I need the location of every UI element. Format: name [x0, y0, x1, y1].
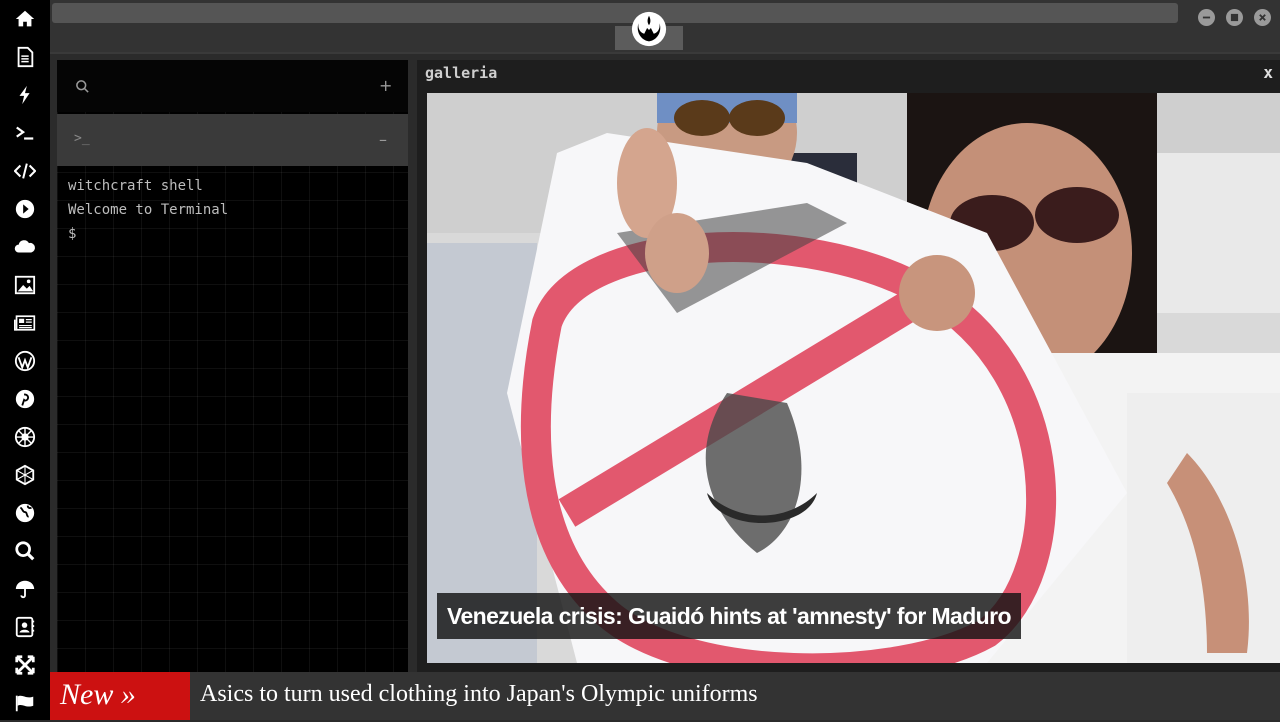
terminal-line: Welcome to Terminal [68, 202, 229, 218]
home-icon[interactable] [0, 0, 50, 38]
play-icon[interactable] [0, 190, 50, 228]
image-icon[interactable] [0, 266, 50, 304]
logo-tab[interactable] [615, 11, 683, 50]
minimize-icon[interactable] [1198, 9, 1215, 26]
photo-caption[interactable]: Venezuela crisis: Guaidó hints at 'amnes… [437, 593, 1021, 639]
network-icon[interactable] [0, 456, 50, 494]
expand-icon[interactable] [0, 646, 50, 684]
globe-icon[interactable] [0, 494, 50, 532]
document-icon[interactable] [0, 38, 50, 76]
galleria-window: galleria x Venezuela crisis: Guaidó hint… [417, 60, 1280, 672]
terminal-search-bar[interactable]: + [57, 60, 408, 112]
umbrella-icon[interactable] [0, 570, 50, 608]
contacts-icon[interactable] [0, 608, 50, 646]
address-bar[interactable] [52, 3, 1178, 23]
minimize-tab-button[interactable]: – [379, 130, 387, 149]
flag-icon[interactable] [0, 684, 50, 722]
app-dock [0, 0, 50, 720]
bolt-icon[interactable] [0, 76, 50, 114]
galleria-title: galleria [425, 64, 498, 82]
terminal-panel: + >_ – witchcraft shell Welcome to Termi… [57, 60, 408, 672]
settings-wheel-icon[interactable] [0, 418, 50, 456]
terminal-prompt[interactable]: $ [68, 226, 76, 242]
newspaper-icon[interactable] [0, 304, 50, 342]
terminal-icon[interactable] [0, 114, 50, 152]
pinterest-icon[interactable] [0, 380, 50, 418]
maximize-icon[interactable] [1226, 9, 1243, 26]
terminal-tab[interactable]: >_ – [57, 114, 408, 166]
search-icon[interactable] [0, 532, 50, 570]
rebel-alliance-logo [631, 11, 667, 47]
prompt-icon: >_ [74, 131, 90, 146]
ticker-headline[interactable]: Asics to turn used clothing into Japan's… [200, 672, 758, 720]
wordpress-icon[interactable] [0, 342, 50, 380]
terminal-line: witchcraft shell [68, 178, 203, 194]
search-icon[interactable] [75, 79, 90, 94]
close-icon[interactable] [1254, 9, 1271, 26]
new-badge: New » [50, 672, 190, 720]
protest-photo-image [427, 93, 1280, 663]
code-icon[interactable] [0, 152, 50, 190]
galleria-close-button[interactable]: x [1263, 63, 1273, 82]
top-bar [50, 0, 1280, 54]
cloud-icon[interactable] [0, 228, 50, 266]
news-ticker: New » Asics to turn used clothing into J… [50, 672, 1280, 720]
news-photo[interactable]: Venezuela crisis: Guaidó hints at 'amnes… [427, 93, 1280, 663]
add-tab-button[interactable]: + [379, 76, 392, 95]
